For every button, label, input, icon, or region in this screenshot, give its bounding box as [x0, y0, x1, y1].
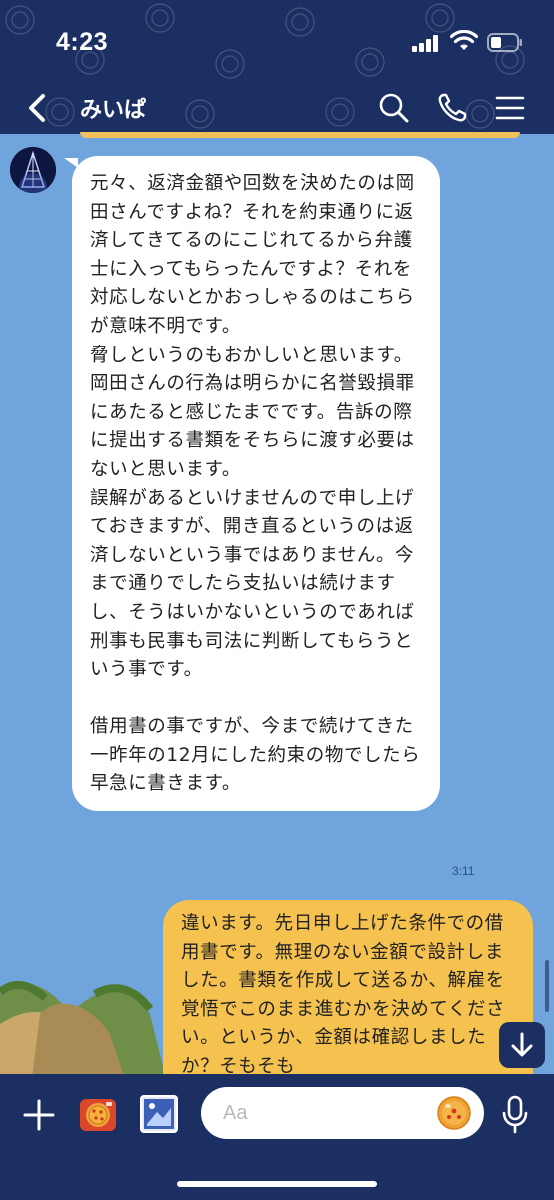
phone-icon[interactable]	[436, 92, 468, 124]
status-bar: 4:23	[0, 0, 554, 84]
scroll-to-bottom-button[interactable]	[499, 1022, 545, 1068]
incoming-message[interactable]: 元々、返済金額や回数を決めたのは岡田さんですよね？それを約束通りに返済してきてる…	[64, 156, 440, 812]
chat-title: みいぱ	[80, 98, 147, 123]
message-timestamp: 3:11	[452, 864, 475, 878]
status-time: 4:23	[56, 28, 109, 56]
menu-icon[interactable]	[494, 92, 526, 124]
image-icon[interactable]	[139, 1094, 179, 1134]
wifi-icon	[450, 30, 478, 50]
camera-icon[interactable]	[78, 1094, 118, 1134]
home-indicator	[177, 1181, 377, 1187]
emoji-icon[interactable]	[436, 1095, 472, 1131]
cellular-signal-icon	[412, 34, 442, 52]
chat-header: みいぱ	[0, 84, 554, 134]
chevron-left-icon[interactable]	[24, 92, 50, 124]
battery-icon	[487, 33, 522, 52]
arrow-down-icon	[511, 1032, 533, 1057]
search-icon[interactable]	[378, 92, 410, 124]
microphone-icon[interactable]	[500, 1094, 530, 1134]
avatar[interactable]	[10, 147, 56, 193]
plus-icon[interactable]	[22, 1098, 56, 1132]
outgoing-message[interactable]: 違います。先日申し上げた条件での借用書です。無理のない金額で設計しました。書類を…	[163, 900, 533, 1074]
scrollbar[interactable]	[545, 960, 549, 1012]
chat-area[interactable]: 元々、返済金額や回数を決めたのは岡田さんですよね？それを約束通りに返済してきてる…	[0, 134, 554, 1074]
